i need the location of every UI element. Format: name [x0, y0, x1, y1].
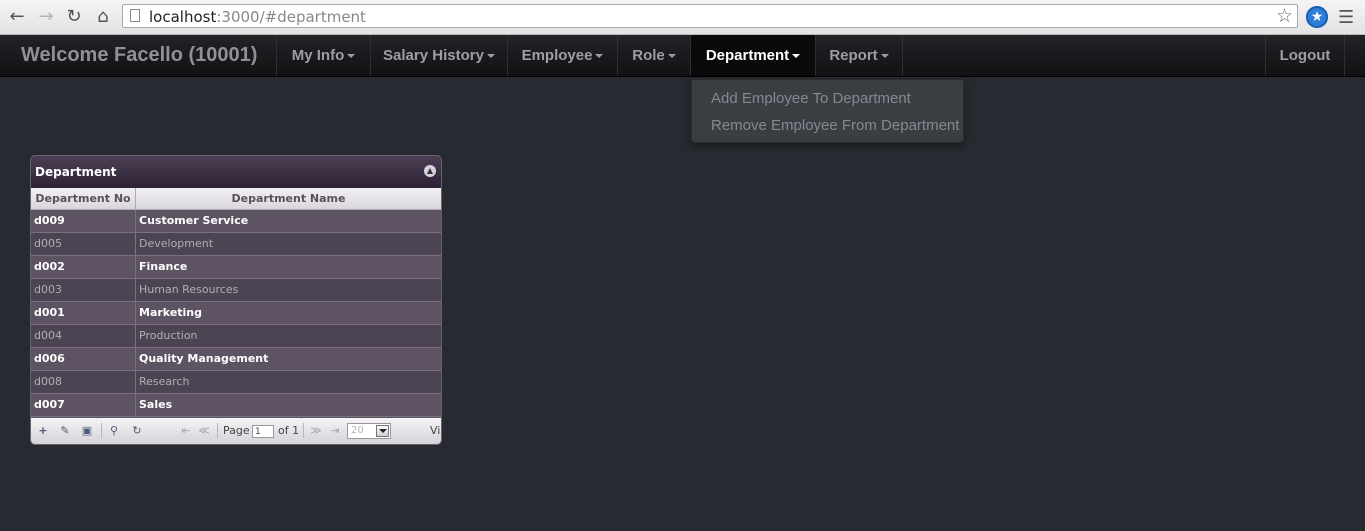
grid-title: Department	[35, 165, 117, 179]
nav-role[interactable]: Role	[617, 35, 690, 76]
menu-item-add-employee-to-department[interactable]: Add Employee To Department	[711, 90, 911, 107]
pager-separator	[217, 423, 218, 438]
cell-department-name: Finance	[139, 260, 188, 273]
department-dropdown-menu: Add Employee To Department Remove Employ…	[691, 79, 964, 143]
page-count-label: of 1	[278, 424, 300, 437]
app-navbar: Welcome Facello (10001) My Info Salary H…	[0, 35, 1365, 77]
search-icon[interactable]: ⚲	[107, 424, 121, 437]
caret-down-icon	[792, 54, 801, 59]
browser-menu-icon[interactable]: ☰	[1338, 7, 1354, 28]
forward-arrow-icon[interactable]: →	[36, 6, 56, 27]
cell-department-name: Marketing	[139, 306, 203, 319]
cell-department-no: d005	[31, 233, 136, 255]
address-bar[interactable]: localhost:3000/#department ☆	[122, 4, 1298, 28]
column-header-department-name[interactable]: Department Name	[136, 188, 441, 210]
next-page-icon[interactable]: ≫	[309, 424, 323, 437]
nav-salary-history[interactable]: Salary History	[370, 35, 507, 76]
table-row[interactable]: d005 Development	[31, 233, 441, 256]
pager-separator	[303, 423, 304, 438]
caret-down-icon	[880, 54, 889, 59]
view-records-text: Vi	[430, 424, 441, 437]
refresh-icon[interactable]: ↻	[130, 424, 144, 437]
menu-item-remove-employee-from-department[interactable]: Remove Employee From Department	[711, 117, 959, 134]
nav-department-label: Department	[705, 47, 790, 64]
table-row[interactable]: d007 Sales	[31, 394, 441, 417]
home-icon[interactable]: ⌂	[93, 6, 113, 27]
cell-department-no: d003	[31, 279, 136, 301]
prev-page-icon[interactable]: ≪	[197, 424, 211, 437]
reload-icon[interactable]: ↻	[64, 6, 84, 27]
cell-department-name: Human Resources	[139, 283, 239, 296]
nav-my-info-label: My Info	[291, 47, 345, 64]
caret-down-icon	[347, 54, 356, 59]
caret-down-icon	[595, 54, 604, 59]
rows-per-page-value: 20	[351, 425, 364, 436]
cell-department-no: d009	[31, 210, 136, 232]
page-icon	[130, 9, 140, 22]
cell-department-name: Research	[139, 375, 190, 388]
table-row[interactable]: d001 Marketing	[31, 302, 441, 325]
table-row[interactable]: d003 Human Resources	[31, 279, 441, 302]
table-row[interactable]: d002 Finance	[31, 256, 441, 279]
browser-toolbar: ← → ↻ ⌂ localhost:3000/#department ☆ ★ ☰	[0, 0, 1365, 35]
cell-department-no: d006	[31, 348, 136, 370]
cell-department-name: Development	[139, 237, 214, 250]
department-grid: Department ▲ Department No Department Na…	[30, 155, 442, 445]
edit-icon[interactable]: ✎	[58, 424, 72, 437]
rows-per-page-select[interactable]: 20	[347, 423, 391, 439]
nav-report-label: Report	[829, 47, 878, 64]
page-number-input[interactable]: 1	[252, 425, 274, 438]
caret-down-icon	[486, 54, 495, 59]
cell-department-no: d008	[31, 371, 136, 393]
welcome-brand: Welcome Facello (10001)	[21, 44, 258, 66]
pager-separator	[101, 423, 102, 438]
chevron-down-icon	[376, 425, 389, 437]
page-label: Page	[223, 424, 250, 437]
grid-title-bar: Department ▲	[31, 156, 441, 188]
cell-department-no: d002	[31, 256, 136, 278]
collapse-icon[interactable]: ▲	[424, 165, 436, 177]
extension-star-icon[interactable]: ★	[1306, 6, 1328, 28]
table-row[interactable]: d004 Production	[31, 325, 441, 348]
logout-link[interactable]: Logout	[1265, 35, 1345, 76]
column-header-department-no[interactable]: Department No	[31, 188, 136, 210]
table-row[interactable]: d006 Quality Management	[31, 348, 441, 371]
cell-department-name: Quality Management	[139, 352, 269, 365]
delete-icon[interactable]: ▣	[80, 424, 94, 437]
cell-department-no: d004	[31, 325, 136, 347]
bookmark-star-icon[interactable]: ☆	[1276, 5, 1293, 27]
last-page-icon[interactable]: ⇥	[328, 424, 342, 437]
cell-department-name: Production	[139, 329, 198, 342]
grid-pager: + ✎ ▣ ⚲ ↻ ⇤ ≪ Page 1 of 1 ≫ ⇥ 20 Vi	[31, 418, 441, 444]
caret-down-icon	[667, 54, 676, 59]
add-icon[interactable]: +	[36, 424, 50, 437]
nav-employee[interactable]: Employee	[507, 35, 617, 76]
cell-department-no: d007	[31, 394, 136, 416]
nav-report[interactable]: Report	[815, 35, 903, 76]
table-row[interactable]: d009 Customer Service	[31, 210, 441, 233]
url-text: localhost:3000/#department	[149, 8, 366, 26]
nav-salary-history-label: Salary History	[383, 47, 484, 64]
cell-department-name: Sales	[139, 398, 173, 411]
nav-my-info[interactable]: My Info	[276, 35, 370, 76]
nav-department[interactable]: Department	[690, 35, 815, 76]
cell-department-no: d001	[31, 302, 136, 324]
nav-role-label: Role	[632, 47, 665, 64]
first-page-icon[interactable]: ⇤	[179, 424, 193, 437]
cell-department-name: Customer Service	[139, 214, 249, 227]
nav-employee-label: Employee	[521, 47, 593, 64]
back-arrow-icon[interactable]: ←	[7, 6, 27, 27]
table-row[interactable]: d008 Research	[31, 371, 441, 394]
